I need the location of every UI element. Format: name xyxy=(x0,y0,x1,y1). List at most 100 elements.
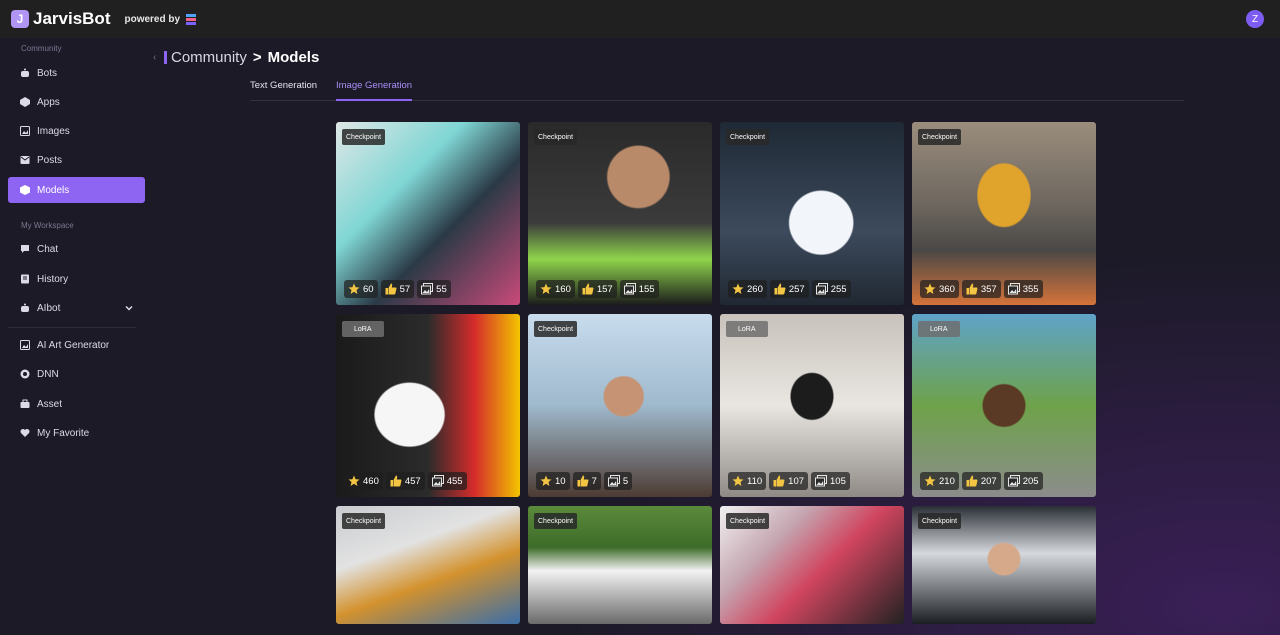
thumbs-up-icon xyxy=(966,475,978,487)
thumbs-up-icon xyxy=(966,283,978,295)
model-card[interactable]: Checkpoint 10 7 5 xyxy=(528,314,712,497)
model-card[interactable]: Checkpoint xyxy=(912,506,1096,624)
model-type-badge: Checkpoint xyxy=(726,129,770,145)
breadcrumb-parent[interactable]: Community xyxy=(171,49,247,66)
like-count-value: 257 xyxy=(788,283,805,295)
star-count[interactable]: 160 xyxy=(536,280,575,298)
like-count-value: 207 xyxy=(980,475,997,487)
thumbs-up-icon xyxy=(582,283,594,295)
model-type-badge: LoRA xyxy=(342,321,384,337)
like-count[interactable]: 57 xyxy=(380,280,415,298)
sidebar-item-aibot[interactable]: AIbot xyxy=(8,295,145,321)
brand[interactable]: J JarvisBot powered by xyxy=(11,9,198,29)
model-type-badge: Checkpoint xyxy=(918,129,962,145)
star-icon xyxy=(540,475,552,486)
models-icon xyxy=(20,185,30,195)
model-card[interactable]: LoRA 460 457 455 xyxy=(336,314,520,497)
sidebar-item-label: My Favorite xyxy=(37,427,90,439)
apps-icon xyxy=(20,97,30,107)
model-type-badge: LoRA xyxy=(726,321,768,337)
breadcrumb: Community > Models xyxy=(171,49,319,66)
card-stats: 210 207 205 xyxy=(920,472,1043,490)
section-community: Community xyxy=(21,44,62,53)
breadcrumb-current: Models xyxy=(267,49,320,66)
card-stats: 260 257 255 xyxy=(728,280,851,298)
star-count[interactable]: 210 xyxy=(920,472,959,490)
like-count-value: 457 xyxy=(404,475,421,487)
sidebar-item-my-favorite[interactable]: My Favorite xyxy=(8,420,145,446)
image-icon xyxy=(20,126,30,136)
sidebar-item-history[interactable]: History xyxy=(8,266,145,292)
sidebar-item-chat[interactable]: Chat xyxy=(8,236,145,262)
model-card[interactable]: LoRA 210 207 205 xyxy=(912,314,1096,497)
user-avatar[interactable]: Z xyxy=(1246,10,1264,28)
chevron-down-icon[interactable] xyxy=(125,304,133,312)
star-count[interactable]: 460 xyxy=(344,472,383,490)
card-stats: 60 57 55 xyxy=(344,280,451,298)
star-count[interactable]: 10 xyxy=(536,472,570,490)
like-count[interactable]: 257 xyxy=(769,280,809,298)
like-count[interactable]: 157 xyxy=(577,280,617,298)
image-count-value: 355 xyxy=(1022,283,1039,295)
sidebar-item-asset[interactable]: Asset xyxy=(8,391,145,417)
star-count-value: 110 xyxy=(747,475,763,487)
model-card[interactable]: Checkpoint 260 257 255 xyxy=(720,122,904,305)
heart-icon xyxy=(20,429,30,437)
tab-image-generation[interactable]: Image Generation xyxy=(336,80,413,101)
model-card[interactable]: Checkpoint xyxy=(336,506,520,624)
like-count[interactable]: 457 xyxy=(385,472,425,490)
like-count[interactable]: 7 xyxy=(572,472,601,490)
back-chevron-icon[interactable]: ‹ xyxy=(153,52,161,64)
star-icon xyxy=(732,475,744,486)
powered-by: powered by xyxy=(124,12,198,26)
sidebar-item-posts[interactable]: Posts xyxy=(8,147,145,173)
stack-logo-icon xyxy=(186,14,197,25)
image-count-value: 155 xyxy=(638,283,655,295)
sidebar-item-dnn[interactable]: DNN xyxy=(8,361,145,387)
sidebar-item-apps[interactable]: Apps xyxy=(8,89,145,115)
star-count[interactable]: 260 xyxy=(728,280,767,298)
model-card[interactable]: Checkpoint 360 357 355 xyxy=(912,122,1096,305)
image-count-value: 5 xyxy=(622,475,629,487)
card-stats: 460 457 455 xyxy=(344,472,467,490)
star-icon xyxy=(924,475,936,486)
model-card[interactable]: Checkpoint xyxy=(720,506,904,624)
sidebar: Community Bots Apps Images Posts Models … xyxy=(0,38,153,635)
star-count[interactable]: 360 xyxy=(920,280,959,298)
section-my-workspace: My Workspace xyxy=(21,221,74,230)
image-count: 105 xyxy=(811,472,850,490)
like-count[interactable]: 207 xyxy=(961,472,1001,490)
like-count[interactable]: 107 xyxy=(769,472,809,490)
sidebar-item-bots[interactable]: Bots xyxy=(8,60,145,86)
sidebar-item-images[interactable]: Images xyxy=(8,118,145,144)
image-count: 455 xyxy=(427,472,467,490)
star-count[interactable]: 110 xyxy=(728,472,767,490)
top-bar: J JarvisBot powered by Z xyxy=(0,0,1280,38)
image-count-value: 255 xyxy=(830,283,847,295)
thumbs-up-icon xyxy=(390,475,402,487)
star-count-value: 160 xyxy=(555,283,571,295)
model-card[interactable]: Checkpoint xyxy=(528,506,712,624)
model-card[interactable]: Checkpoint 160 157 155 xyxy=(528,122,712,305)
model-card[interactable]: LoRA 110 107 105 xyxy=(720,314,904,497)
sidebar-item-ai-art-generator[interactable]: AI Art Generator xyxy=(8,332,145,358)
star-icon xyxy=(732,283,744,294)
like-count-value: 7 xyxy=(591,475,597,487)
images-icon xyxy=(1007,283,1020,295)
sidebar-item-label: History xyxy=(37,273,69,285)
image-count-value: 205 xyxy=(1022,475,1039,487)
model-card[interactable]: Checkpoint 60 57 55 xyxy=(336,122,520,305)
star-icon xyxy=(540,283,552,294)
history-icon xyxy=(21,274,29,284)
tab-text-generation[interactable]: Text Generation xyxy=(250,80,317,101)
sidebar-item-label: Chat xyxy=(37,243,59,255)
star-count[interactable]: 60 xyxy=(344,280,378,298)
sidebar-divider xyxy=(8,327,136,328)
image-count: 205 xyxy=(1003,472,1043,490)
like-count[interactable]: 357 xyxy=(961,280,1001,298)
images-icon xyxy=(431,475,444,487)
card-stats: 360 357 355 xyxy=(920,280,1043,298)
sidebar-item-models[interactable]: Models xyxy=(8,177,145,203)
star-icon xyxy=(924,283,936,294)
sidebar-item-label: DNN xyxy=(37,368,59,380)
